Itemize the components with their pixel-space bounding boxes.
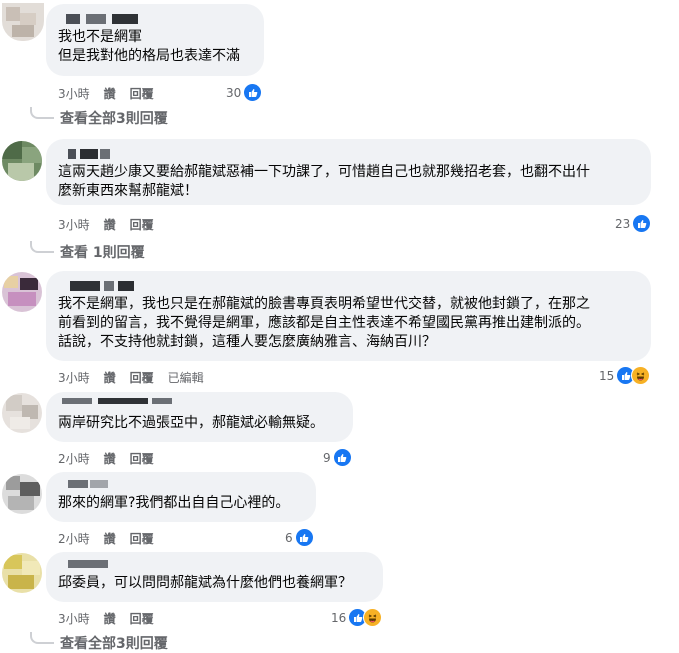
like-button[interactable]: 讚 [104, 530, 116, 547]
view-replies-link[interactable]: 查看全部3則回覆 [30, 107, 168, 128]
avatar[interactable] [2, 553, 42, 593]
comment-actions: 2小時 讚 回覆 [58, 450, 168, 467]
like-button[interactable]: 讚 [104, 610, 116, 627]
comment-bubble: 兩岸研究比不過張亞中，郝龍斌必輸無疑。 [46, 392, 353, 442]
like-button[interactable]: 讚 [104, 216, 116, 233]
reaction-summary[interactable]: 6 [285, 528, 314, 547]
avatar[interactable] [2, 3, 44, 41]
reaction-summary[interactable]: 23 [615, 214, 652, 233]
reaction-count: 16 [331, 610, 347, 625]
like-reaction-icon [243, 83, 263, 102]
author-name-redacted[interactable] [58, 147, 639, 161]
comment-text: 那來的網軍?我們都出自自己心裡的。 [58, 495, 290, 511]
comment-bubble: 我也不是網軍 但是我對他的格局也表達不滿 [46, 4, 264, 76]
timestamp[interactable]: 2小時 [58, 530, 90, 547]
comment-text: 兩岸研究比不過張亞中，郝龍斌必輸無疑。 [58, 415, 324, 431]
reaction-summary[interactable]: 16 [331, 608, 383, 627]
avatar[interactable] [2, 141, 42, 181]
comment-actions: 3小時 讚 回覆 [58, 85, 168, 102]
reaction-count: 6 [285, 530, 293, 545]
thread-connector [30, 632, 54, 644]
reaction-count: 15 [599, 368, 615, 383]
comment-bubble: 我不是網軍，我也只是在郝龍斌的臉書專頁表明希望世代交替，就被他封鎖了，在那之 前… [46, 271, 651, 361]
comment-text: 這兩天趙少康又要給郝龍斌惡補一下功課了，可惜趙自己也就那幾招老套，也翻不出什 麼… [58, 164, 590, 199]
haha-reaction-icon [631, 366, 651, 385]
comment-bubble: 這兩天趙少康又要給郝龍斌惡補一下功課了，可惜趙自己也就那幾招老套，也翻不出什 麼… [46, 139, 651, 205]
like-reaction-icon [632, 214, 652, 233]
reaction-summary[interactable]: 30 [226, 83, 263, 102]
like-reaction-icon [294, 528, 314, 547]
like-button[interactable]: 讚 [104, 369, 116, 386]
author-name-redacted[interactable] [58, 12, 252, 26]
comment-text: 邱委員，可以問問郝龍斌為什麼他們也養網軍？ [58, 575, 352, 591]
like-button[interactable]: 讚 [104, 450, 116, 467]
reply-button[interactable]: 回覆 [130, 216, 154, 233]
comment-bubble: 邱委員，可以問問郝龍斌為什麼他們也養網軍？ [46, 552, 383, 602]
timestamp[interactable]: 3小時 [58, 369, 90, 386]
author-name-redacted[interactable] [58, 279, 639, 293]
thread-connector [30, 241, 54, 253]
haha-reaction-icon [363, 608, 383, 627]
author-name-redacted[interactable] [58, 480, 304, 494]
reaction-count: 30 [226, 85, 242, 100]
view-replies-label[interactable]: 查看全部3則回覆 [60, 633, 168, 653]
author-name-redacted[interactable] [58, 398, 341, 414]
avatar[interactable] [2, 393, 42, 433]
timestamp[interactable]: 2小時 [58, 450, 90, 467]
view-replies-label[interactable]: 查看 1則回覆 [60, 242, 145, 262]
reply-button[interactable]: 回覆 [130, 85, 154, 102]
thread-connector [30, 107, 54, 119]
view-replies-link[interactable]: 查看 1則回覆 [30, 241, 145, 262]
reply-button[interactable]: 回覆 [130, 610, 154, 627]
reaction-summary[interactable]: 15 [599, 366, 651, 385]
edited-label[interactable]: 已編輯 [168, 369, 204, 386]
reaction-summary[interactable]: 9 [323, 448, 352, 467]
comment-actions: 2小時 讚 回覆 [58, 530, 168, 547]
timestamp[interactable]: 3小時 [58, 216, 90, 233]
like-reaction-icon [332, 448, 352, 467]
reply-button[interactable]: 回覆 [130, 369, 154, 386]
view-replies-link[interactable]: 查看全部3則回覆 [30, 632, 168, 653]
author-name-redacted[interactable] [58, 560, 371, 574]
reaction-count: 23 [615, 216, 631, 231]
reply-button[interactable]: 回覆 [130, 530, 154, 547]
like-button[interactable]: 讚 [104, 85, 116, 102]
timestamp[interactable]: 3小時 [58, 85, 90, 102]
avatar[interactable] [2, 272, 42, 312]
comment-actions: 3小時 讚 回覆 已編輯 [58, 369, 218, 386]
reply-button[interactable]: 回覆 [130, 450, 154, 467]
view-replies-label[interactable]: 查看全部3則回覆 [60, 108, 168, 128]
comment-text: 我不是網軍，我也只是在郝龍斌的臉書專頁表明希望世代交替，就被他封鎖了，在那之 前… [58, 296, 590, 350]
comment-bubble: 那來的網軍?我們都出自自己心裡的。 [46, 472, 316, 522]
comment-text: 我也不是網軍 但是我對他的格局也表達不滿 [58, 29, 240, 64]
comment-actions: 3小時 讚 回覆 [58, 610, 168, 627]
avatar[interactable] [2, 474, 42, 514]
reaction-count: 9 [323, 450, 331, 465]
timestamp[interactable]: 3小時 [58, 610, 90, 627]
comment-actions: 3小時 讚 回覆 [58, 216, 168, 233]
